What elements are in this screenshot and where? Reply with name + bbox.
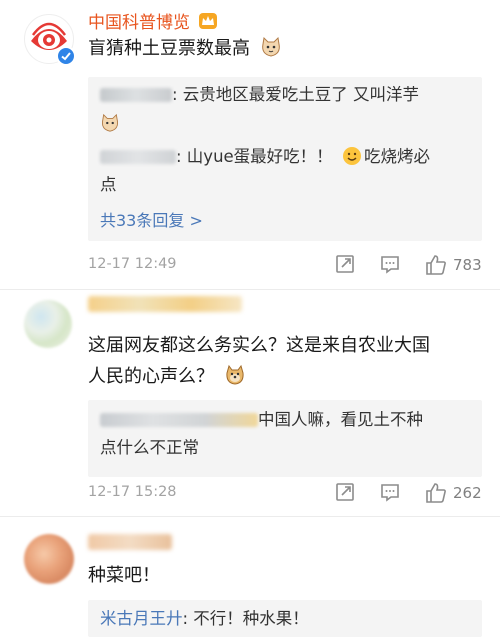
- reply-item: : 云贵地区最爱吃土豆了 又叫洋芋: [100, 81, 470, 109]
- crown-icon: [198, 12, 218, 35]
- comment-text: 种菜吧！: [88, 565, 160, 586]
- reply-box[interactable]: 米古月王廾: 不行！种水果！: [88, 600, 482, 637]
- like-count: 262: [453, 484, 482, 502]
- comment-meta: 12-17 12:49 783: [88, 250, 482, 280]
- blurred-username: [100, 88, 172, 102]
- comment-date: 12-17 15:28: [88, 484, 177, 500]
- reply-author[interactable]: 米古月王廾: [100, 609, 183, 628]
- reply-item-continuation: 点: [100, 175, 117, 194]
- cat-emoji-icon: [260, 36, 282, 58]
- blurred-username: [100, 150, 176, 164]
- verified-badge-icon: [56, 46, 76, 66]
- comment-text: 盲猜种土豆票数最高: [88, 33, 480, 64]
- comment-item: 这届网友都这么务实么？这是来自农业大国 人民的心声么？ 中国人嘛，看见土不种 点…: [0, 290, 500, 516]
- reply-item-continuation: 点什么不正常: [100, 438, 199, 457]
- comment-icon[interactable]: [379, 253, 403, 277]
- share-icon[interactable]: [334, 253, 358, 277]
- comment-icon[interactable]: [379, 481, 403, 505]
- blurred-username: [100, 413, 258, 427]
- reply-box[interactable]: 中国人嘛，看见土不种 点什么不正常: [88, 400, 482, 477]
- comment-meta: 12-17 15:28 262: [88, 478, 482, 508]
- reply-item: 米古月王廾: 不行！种水果！: [100, 609, 309, 628]
- thumbs-up-icon[interactable]: [424, 253, 448, 277]
- blurred-username[interactable]: [88, 534, 172, 550]
- comment-item: 种菜吧！ 米古月王廾: 不行！种水果！: [0, 516, 500, 637]
- comment-text: 这届网友都这么务实么？这是来自农业大国 人民的心声么？: [88, 335, 430, 387]
- comment-item: 中国科普博览 盲猜种土豆票数最高 : 云贵地区最爱吃土豆了 又叫洋芋: 山yu…: [0, 0, 500, 290]
- like-count: 783: [453, 256, 482, 274]
- reply-item: : 山yue蛋最好吃！！ 吃烧烤必: [100, 143, 470, 171]
- grin-emoji-icon: [342, 146, 364, 168]
- thumbs-up-icon[interactable]: [424, 481, 448, 505]
- reply-item: 中国人嘛，看见土不种: [100, 406, 470, 434]
- reply-box[interactable]: : 云贵地区最爱吃土豆了 又叫洋芋 : 山yue蛋最好吃！！ 吃烧烤必 点 共3…: [88, 77, 482, 241]
- avatar[interactable]: [24, 300, 72, 348]
- blurred-username[interactable]: [88, 296, 242, 312]
- comment-date: 12-17 12:49: [88, 256, 177, 272]
- avatar[interactable]: [24, 534, 74, 584]
- more-replies-link[interactable]: 共33条回复 >: [100, 207, 203, 231]
- doge-emoji-icon: [224, 364, 246, 386]
- share-icon[interactable]: [334, 481, 358, 505]
- cat-emoji-icon: [100, 113, 120, 133]
- author-name[interactable]: 中国科普博览: [88, 8, 218, 35]
